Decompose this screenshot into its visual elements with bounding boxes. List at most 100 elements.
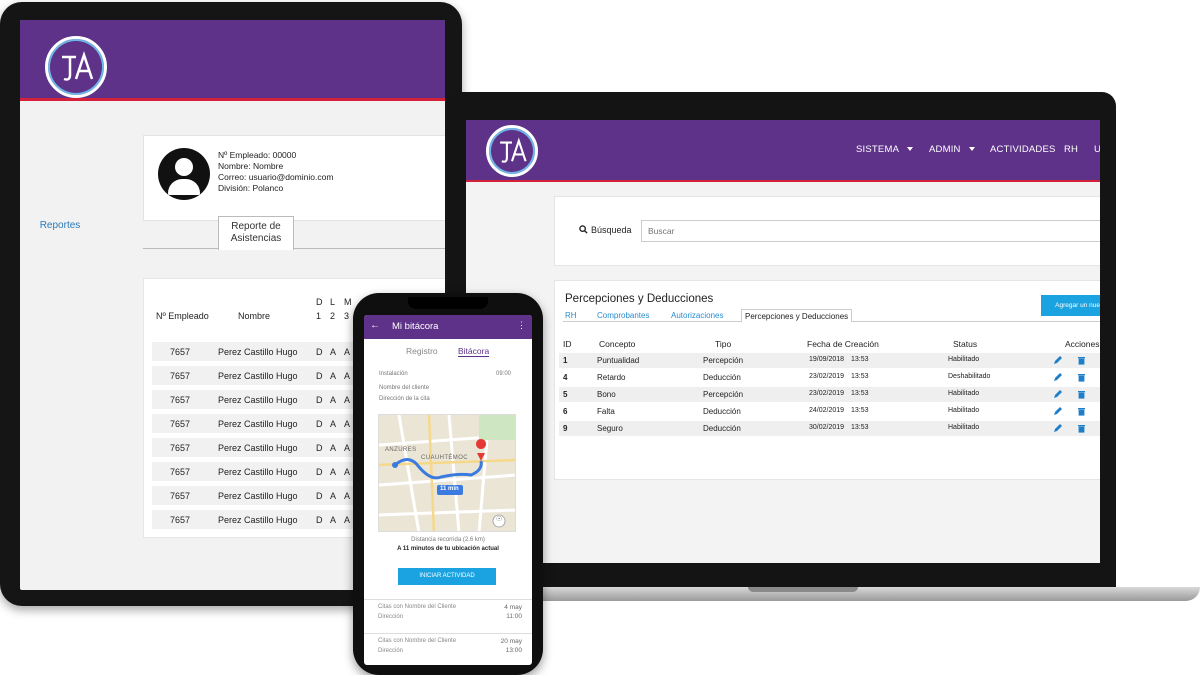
phone-title: Mi bitácora — [392, 321, 439, 332]
table-row[interactable]: 4 Retardo Deducción 23/02/2019 13:53 Des… — [559, 370, 1100, 385]
phone-app-bar: ← Mi bitácora ⋮ — [364, 315, 532, 339]
nav-admin[interactable]: ADMIN — [929, 144, 975, 155]
cell-hora: 13:53 — [851, 373, 869, 380]
nav-actividades[interactable]: ACTIVIDADES — [990, 144, 1056, 155]
edit-pencil-icon[interactable] — [1053, 389, 1063, 399]
cell-id: 1 — [563, 356, 568, 365]
profile-card: Nº Empleado: 00000 Nombre: Nombre Correo… — [143, 135, 445, 221]
cell-concepto: Seguro — [597, 424, 623, 433]
route-map[interactable]: ANZURES CUAUHTÉMOC 11 min ☉ — [378, 414, 516, 532]
cell-id: 7657 — [170, 347, 191, 357]
search-input[interactable] — [641, 220, 1100, 242]
tab-rh[interactable]: RH — [565, 311, 577, 320]
add-new-button[interactable]: Agregar un nuevo — [1041, 295, 1100, 316]
tab-reporte-asistencias[interactable]: Reporte de Asistencias — [218, 216, 294, 250]
cell-id: 7657 — [170, 395, 191, 405]
cell-day: A — [344, 443, 351, 453]
edit-pencil-icon[interactable] — [1053, 372, 1063, 382]
tab-autorizaciones[interactable]: Autorizaciones — [671, 311, 723, 320]
list-item[interactable]: Citas con Nombre del Cliente Dirección 2… — [364, 633, 532, 665]
ja-monogram-logo[interactable] — [45, 36, 107, 98]
cell-tipo: Deducción — [703, 424, 741, 433]
table-row[interactable]: 1 Puntualidad Percepción 19/09/2018 13:5… — [559, 353, 1100, 368]
cell-concepto: Falta — [597, 407, 615, 416]
trash-icon[interactable] — [1077, 355, 1086, 365]
nav-sistema[interactable]: SISTEMA — [856, 144, 914, 155]
employee-division: División: Polanco — [218, 183, 284, 193]
table-row[interactable]: 5 Bono Percepción 23/02/2019 13:53 Habil… — [559, 387, 1100, 402]
tab-reportes[interactable]: Reportes — [30, 220, 90, 231]
cell-name: Perez Castillo Hugo — [218, 347, 298, 357]
edit-pencil-icon[interactable] — [1053, 423, 1063, 433]
cell-concepto: Puntualidad — [597, 356, 640, 365]
phone-device: ← Mi bitácora ⋮ Registro Bitácora Instal… — [353, 293, 543, 675]
cell-day: A — [344, 515, 351, 525]
cell-day: A — [344, 371, 351, 381]
table-row[interactable]: 6 Falta Deducción 24/02/2019 13:53 Habil… — [559, 404, 1100, 419]
table-row[interactable]: 9 Seguro Deducción 30/02/2019 13:53 Habi… — [559, 421, 1100, 436]
cell-day: D — [316, 371, 323, 381]
cell-day: A — [344, 467, 351, 477]
cell-day: D — [316, 395, 323, 405]
tab-percepciones-deducciones[interactable]: Percepciones y Deducciones — [741, 309, 853, 322]
trash-icon[interactable] — [1077, 372, 1086, 382]
day-letter: M — [344, 297, 352, 307]
nav-more[interactable]: U — [1094, 144, 1100, 155]
install-time: 09:00 — [496, 371, 512, 377]
cell-id: 6 — [563, 407, 568, 416]
cell-day: D — [316, 491, 323, 501]
cell-day: A — [330, 491, 337, 501]
col-tipo-header: Tipo — [715, 339, 732, 349]
cell-day: A — [344, 491, 351, 501]
tab-registro[interactable]: Registro — [406, 346, 438, 356]
cell-concepto: Bono — [597, 390, 616, 399]
cell-day: D — [316, 347, 323, 357]
cell-status: Habilitado — [948, 407, 980, 414]
cell-day: A — [330, 443, 337, 453]
cell-name: Perez Castillo Hugo — [218, 515, 298, 525]
employee-name: Nombre: Nombre — [218, 161, 284, 171]
trash-icon[interactable] — [1077, 389, 1086, 399]
edit-pencil-icon[interactable] — [1053, 406, 1063, 416]
item-title: Citas con Nombre del Cliente — [378, 604, 457, 610]
edit-pencil-icon[interactable] — [1053, 355, 1063, 365]
day-letter: L — [330, 297, 336, 307]
cell-name: Perez Castillo Hugo — [218, 491, 298, 501]
nav-rh[interactable]: RH — [1064, 144, 1078, 155]
client-name: Nombre del cliente — [379, 385, 430, 391]
nav-sistema-label: SISTEMA — [856, 144, 900, 155]
trash-icon[interactable] — [1077, 406, 1086, 416]
eta-badge: 11 min — [440, 486, 459, 492]
day-number: 1 — [316, 311, 322, 321]
map-district-cuauhtemoc: CUAUHTÉMOC — [421, 455, 468, 461]
col-name-header: Nombre — [238, 311, 271, 321]
tablet-tab-bar — [143, 217, 445, 249]
trash-icon[interactable] — [1077, 423, 1086, 433]
cell-id: 7657 — [170, 467, 191, 477]
list-item[interactable]: Citas con Nombre del Cliente Dirección 4… — [364, 599, 532, 631]
cell-fecha: 24/02/2019 — [809, 407, 845, 414]
start-activity-button[interactable]: INICIAR ACTIVIDAD — [398, 568, 496, 585]
more-vert-icon[interactable]: ⋮ — [517, 320, 526, 331]
tab-bitacora[interactable]: Bitácora — [458, 346, 490, 357]
cell-id: 7657 — [170, 419, 191, 429]
cell-day: D — [316, 515, 323, 525]
col-employee-header: Nº Empleado — [156, 311, 209, 321]
install-label: Instalación — [379, 371, 408, 377]
item-title: Citas con Nombre del Cliente — [378, 638, 457, 644]
employee-number: Nº Empleado: 00000 — [218, 150, 297, 160]
phone-tabs: Registro Bitácora — [364, 343, 532, 359]
cell-fecha: 23/02/2019 — [809, 390, 845, 397]
tab-comprobantes[interactable]: Comprobantes — [597, 311, 649, 320]
ja-monogram-logo[interactable] — [486, 125, 538, 177]
cell-hora: 13:53 — [851, 407, 869, 414]
cell-name: Perez Castillo Hugo — [218, 467, 298, 477]
cell-name: Perez Castillo Hugo — [218, 419, 298, 429]
chevron-down-icon — [968, 147, 975, 152]
back-arrow-icon[interactable]: ← — [370, 320, 380, 331]
cell-tipo: Percepción — [703, 390, 744, 399]
cell-name: Perez Castillo Hugo — [218, 395, 298, 405]
cell-fecha: 23/02/2019 — [809, 373, 845, 380]
my-location-icon[interactable]: ☉ — [496, 515, 502, 523]
day-number: 2 — [330, 311, 336, 321]
